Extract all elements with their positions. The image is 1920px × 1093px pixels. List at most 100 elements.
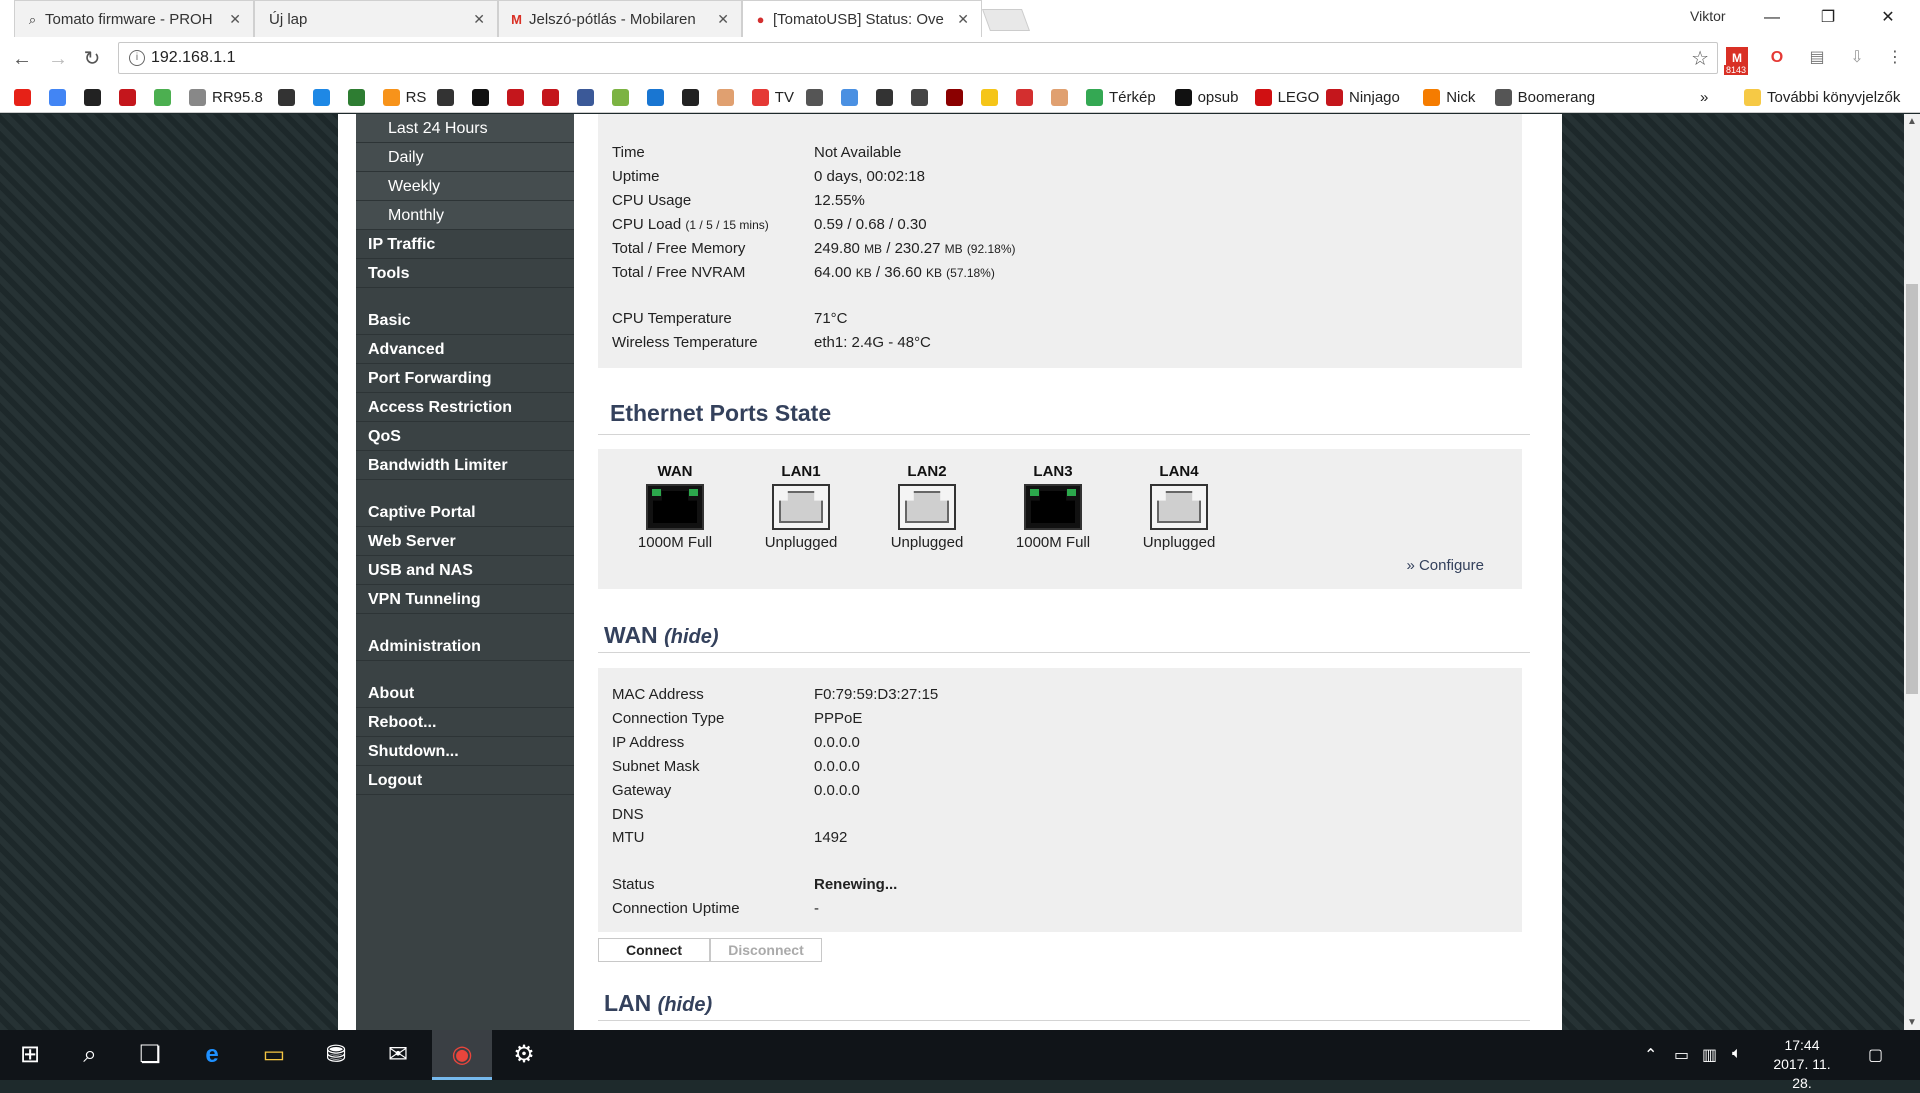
search-icon[interactable]: ⌕ — [60, 1030, 120, 1080]
close-icon[interactable]: ✕ — [957, 11, 969, 28]
file-explorer-icon[interactable]: ▭ — [244, 1030, 304, 1080]
bookmark-item[interactable] — [471, 87, 495, 107]
more-bookmarks-button[interactable]: » — [1700, 87, 1708, 107]
bookmark-item[interactable]: Térkép — [1086, 87, 1156, 107]
sidebar-item[interactable]: Web Server — [356, 527, 574, 556]
tab-tomato-status[interactable]: ● [TomatoUSB] Status: Ove ✕ — [742, 0, 982, 37]
bookmark-item[interactable]: RR95.8 — [189, 87, 263, 107]
menu-dots-icon[interactable]: ⋮ — [1884, 47, 1906, 69]
opera-extension-icon[interactable]: O — [1766, 47, 1788, 69]
forward-icon[interactable]: → — [44, 45, 72, 73]
profile-name[interactable]: Viktor — [1690, 8, 1726, 24]
back-icon[interactable]: ← — [8, 45, 36, 73]
minimize-icon[interactable]: — — [1752, 4, 1792, 32]
lan-hide-link[interactable]: (hide) — [658, 994, 712, 1016]
bookmark-item[interactable] — [576, 87, 600, 107]
bookmark-item[interactable] — [681, 87, 705, 107]
bookmark-item[interactable] — [347, 87, 371, 107]
bookmark-item[interactable] — [312, 87, 336, 107]
sidebar-item[interactable]: Access Restriction — [356, 393, 574, 422]
tray-chevron-icon[interactable]: ⌃ — [1644, 1045, 1657, 1065]
sidebar-item[interactable]: Administration — [356, 632, 574, 661]
bookmark-star-icon[interactable]: ☆ — [1691, 46, 1709, 71]
connect-button[interactable]: Connect — [598, 938, 710, 962]
bookmark-item[interactable] — [436, 87, 460, 107]
close-icon[interactable]: ✕ — [473, 11, 485, 28]
bookmark-item[interactable]: opsub — [1174, 87, 1238, 107]
task-view-icon[interactable]: ❏ — [120, 1030, 180, 1080]
taskbar-clock[interactable]: 17:44 2017. 11. 28. — [1762, 1036, 1842, 1093]
sidebar-subitem[interactable]: Daily — [356, 143, 574, 172]
close-window-icon[interactable]: ✕ — [1868, 4, 1908, 32]
other-bookmarks-folder[interactable]: További könyvjelzők — [1744, 87, 1900, 107]
sidebar-item[interactable]: VPN Tunneling — [356, 585, 574, 614]
sidebar-item[interactable]: Tools — [356, 259, 574, 288]
scroll-down-icon[interactable]: ▼ — [1907, 1017, 1917, 1028]
sidebar-subitem[interactable]: Monthly — [356, 201, 574, 230]
bookmark-item[interactable]: RS — [382, 87, 426, 107]
sidebar-item[interactable]: Captive Portal — [356, 498, 574, 527]
bookmark-item[interactable] — [911, 87, 934, 107]
sidebar-item[interactable]: IP Traffic — [356, 230, 574, 259]
new-tab-button[interactable] — [981, 9, 1031, 31]
mail-icon[interactable]: ✉ — [368, 1030, 428, 1080]
scroll-thumb[interactable] — [1906, 284, 1918, 694]
sidebar-item[interactable]: Port Forwarding — [356, 364, 574, 393]
bookmark-item[interactable] — [154, 87, 177, 107]
tabs-extension-icon[interactable]: ▤ — [1806, 47, 1828, 69]
store-icon[interactable]: ⛃ — [306, 1030, 366, 1080]
chrome-icon[interactable]: ◉ — [432, 1030, 492, 1080]
bookmark-item[interactable] — [646, 87, 670, 107]
bookmark-item[interactable]: Ninjago — [1326, 87, 1400, 107]
sidebar-item[interactable]: Logout — [356, 766, 574, 795]
bookmark-item[interactable]: LEGO — [1254, 87, 1319, 107]
configure-link[interactable]: » Configure — [1406, 557, 1484, 574]
info-icon[interactable]: i — [129, 50, 145, 66]
bookmark-item[interactable] — [14, 87, 37, 107]
settings-gear-icon[interactable]: ⚙ — [494, 1030, 554, 1080]
sidebar-item[interactable]: Advanced — [356, 335, 574, 364]
disconnect-button[interactable]: Disconnect — [710, 938, 822, 962]
bookmark-item[interactable] — [506, 87, 530, 107]
battery-icon[interactable]: ▭ — [1674, 1045, 1689, 1065]
scroll-up-icon[interactable]: ▲ — [1907, 116, 1917, 127]
bookmark-item[interactable] — [946, 87, 969, 107]
sidebar-subitem[interactable]: Last 24 Hours — [356, 114, 574, 143]
action-center-icon[interactable]: ▢ — [1868, 1045, 1883, 1065]
page-scrollbar[interactable]: ▲ ▼ — [1904, 114, 1920, 1030]
sidebar-item[interactable]: QoS — [356, 422, 574, 451]
sidebar-item[interactable]: USB and NAS — [356, 556, 574, 585]
close-icon[interactable]: ✕ — [229, 11, 241, 28]
bookmark-item[interactable] — [611, 87, 635, 107]
bookmark-item[interactable] — [841, 87, 864, 107]
sidebar-item[interactable]: Reboot... — [356, 708, 574, 737]
sidebar-subitem[interactable]: Weekly — [356, 172, 574, 201]
windows-start-icon[interactable]: ⊞ — [0, 1030, 60, 1080]
address-bar[interactable]: i 192.168.1.1 ☆ — [118, 42, 1718, 74]
bookmark-item[interactable] — [806, 87, 829, 107]
bookmark-item[interactable] — [1016, 87, 1039, 107]
wan-hide-link[interactable]: (hide) — [664, 626, 718, 648]
network-icon[interactable]: ▥ — [1702, 1045, 1717, 1065]
sidebar-item[interactable]: Bandwidth Limiter — [356, 451, 574, 480]
bookmark-item[interactable] — [541, 87, 565, 107]
sidebar-item[interactable]: Basic — [356, 306, 574, 335]
edge-icon[interactable]: e — [182, 1030, 242, 1080]
volume-icon[interactable]: 🔈︎ — [1732, 1045, 1742, 1063]
download-extension-icon[interactable]: ⇩ — [1846, 47, 1868, 69]
url-text[interactable]: 192.168.1.1 — [151, 49, 236, 67]
bookmark-item[interactable]: Nick — [1423, 87, 1475, 107]
tab-gmail[interactable]: M Jelszó-pótlás - Mobilaren ✕ — [498, 0, 742, 37]
bookmark-item[interactable] — [1051, 87, 1074, 107]
bookmark-item[interactable] — [84, 87, 107, 107]
bookmark-item[interactable] — [277, 87, 301, 107]
restore-icon[interactable]: ❐ — [1808, 4, 1848, 32]
bookmark-item[interactable] — [981, 87, 1004, 107]
bookmark-item[interactable]: TV — [751, 87, 794, 107]
bookmark-item[interactable]: Boomerang — [1494, 87, 1595, 107]
bookmark-item[interactable] — [49, 87, 72, 107]
close-icon[interactable]: ✕ — [717, 11, 729, 28]
bookmark-item[interactable] — [119, 87, 142, 107]
bookmark-item[interactable] — [716, 87, 740, 107]
reload-icon[interactable]: ↻ — [78, 45, 106, 73]
